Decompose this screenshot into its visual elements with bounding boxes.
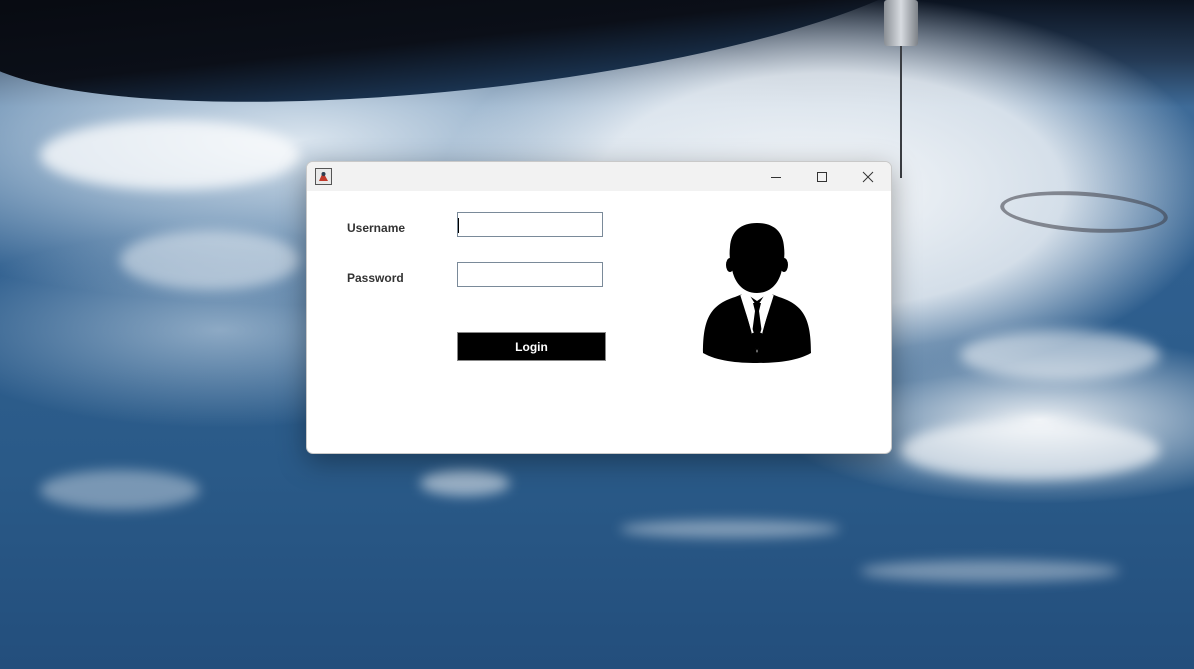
close-icon bbox=[862, 171, 874, 182]
cloud bbox=[860, 560, 1120, 582]
storm-eye bbox=[998, 186, 1170, 238]
username-input[interactable] bbox=[457, 212, 603, 237]
cloud bbox=[420, 470, 510, 496]
space-station bbox=[884, 0, 918, 46]
desktop-background: Username Password Login bbox=[0, 0, 1194, 669]
tether-line bbox=[900, 46, 902, 178]
login-button[interactable]: Login bbox=[457, 332, 606, 361]
minimize-button[interactable] bbox=[753, 162, 799, 191]
title-bar[interactable] bbox=[307, 162, 891, 191]
minimize-icon bbox=[771, 176, 781, 178]
cloud bbox=[620, 520, 840, 538]
maximize-button[interactable] bbox=[799, 162, 845, 191]
cloud bbox=[40, 470, 200, 510]
text-caret bbox=[458, 218, 459, 233]
cloud bbox=[900, 420, 1160, 480]
login-window: Username Password Login bbox=[306, 161, 892, 454]
password-label: Password bbox=[347, 271, 404, 285]
java-app-icon bbox=[315, 168, 332, 185]
close-button[interactable] bbox=[845, 162, 891, 191]
cloud bbox=[960, 330, 1160, 380]
cloud bbox=[40, 120, 300, 190]
username-label: Username bbox=[347, 221, 406, 235]
user-avatar-icon bbox=[703, 223, 811, 363]
maximize-icon bbox=[817, 171, 827, 182]
password-input[interactable] bbox=[457, 262, 603, 287]
cloud bbox=[120, 230, 300, 290]
